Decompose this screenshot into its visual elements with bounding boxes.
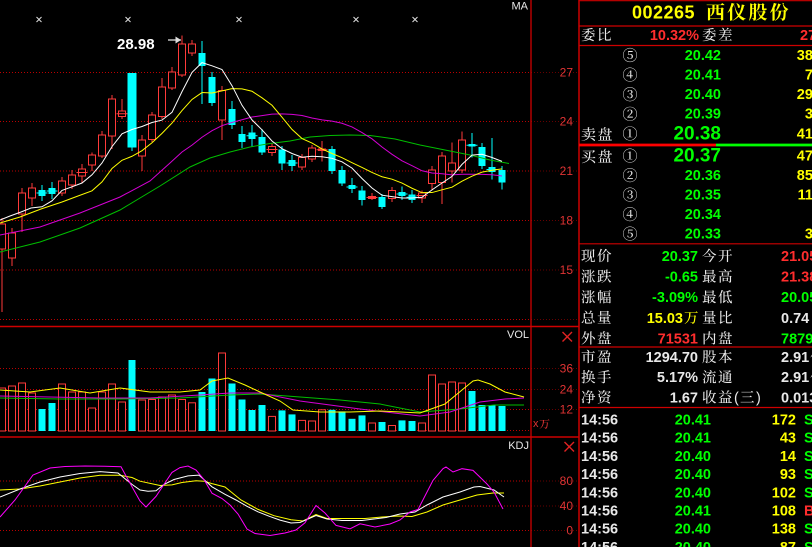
svg-text:20.40: 20.40 [675,449,711,465]
svg-text:14:56: 14:56 [581,413,618,429]
svg-text:102: 102 [772,485,796,501]
svg-text:20.41: 20.41 [675,413,711,429]
svg-text:10.32%: 10.32% [650,28,699,44]
svg-text:14:56: 14:56 [581,449,618,465]
svg-text:14: 14 [780,449,796,465]
svg-text:20.35: 20.35 [685,188,721,204]
svg-text:20.38: 20.38 [673,123,721,144]
svg-text:384: 384 [797,48,812,64]
svg-text:21.05: 21.05 [781,249,812,265]
svg-text:40: 40 [560,499,574,513]
svg-text:296: 296 [797,87,812,103]
svg-text:5.17%: 5.17% [657,370,698,386]
svg-text:S: S [804,413,812,429]
svg-text:S: S [804,467,812,483]
svg-text:14:56: 14:56 [581,522,618,538]
svg-text:93: 93 [780,467,796,483]
svg-text:20.41: 20.41 [685,68,721,84]
svg-text:KDJ: KDJ [508,440,529,452]
svg-text:2786: 2786 [800,28,812,44]
svg-text:43: 43 [780,431,796,447]
svg-text:15: 15 [560,263,574,277]
svg-text:87: 87 [780,540,796,547]
svg-text:(: ( [734,390,739,406]
svg-text:2.91: 2.91 [781,370,809,386]
svg-text:S: S [804,522,812,538]
svg-text:20.36: 20.36 [685,168,721,184]
svg-text:471: 471 [797,149,812,165]
svg-text:20.05: 20.05 [781,290,812,306]
svg-text:21.38: 21.38 [781,270,812,286]
svg-text:20.37: 20.37 [662,249,698,265]
svg-text:20.40: 20.40 [675,485,711,501]
svg-text:20.41: 20.41 [675,504,711,520]
svg-text:20.41: 20.41 [675,431,711,447]
svg-text:24: 24 [560,383,574,397]
svg-text:S: S [804,540,812,547]
svg-text:78795: 78795 [781,331,812,347]
svg-text:12: 12 [560,403,574,417]
svg-text:14:56: 14:56 [581,485,618,501]
svg-text:20.40: 20.40 [675,522,711,538]
svg-text:20.39: 20.39 [685,107,721,123]
svg-text:28.98: 28.98 [117,36,155,53]
svg-text:853: 853 [797,168,812,184]
svg-text:36: 36 [560,362,574,376]
svg-text:74: 74 [805,68,812,84]
svg-text:112: 112 [798,188,812,204]
svg-text:-3.09%: -3.09% [652,290,698,306]
svg-text:S: S [804,449,812,465]
svg-text:20.34: 20.34 [685,207,721,223]
svg-text:VOL: VOL [507,329,529,341]
svg-text:-0.65: -0.65 [665,270,698,286]
svg-text:002265: 002265 [632,3,695,23]
svg-text:x: x [533,418,539,430]
svg-text:2.91: 2.91 [781,350,809,366]
svg-text:20.40: 20.40 [685,87,721,103]
svg-text:24: 24 [560,115,574,129]
svg-text:14:56: 14:56 [581,504,618,520]
svg-text:1294.70: 1294.70 [646,350,698,366]
svg-text:14:56: 14:56 [581,431,618,447]
svg-text:20.40: 20.40 [675,540,711,547]
svg-text:20.33: 20.33 [685,227,721,243]
svg-text:34: 34 [805,227,812,243]
svg-text:15.03: 15.03 [647,311,683,327]
svg-text:0.013: 0.013 [781,390,812,406]
svg-text:20.40: 20.40 [675,467,711,483]
svg-text:): ) [756,390,761,406]
svg-text:14:56: 14:56 [581,540,618,547]
svg-text:18: 18 [560,214,574,228]
svg-text:27: 27 [560,66,574,80]
svg-text:412: 412 [797,126,812,142]
svg-text:S: S [804,485,812,501]
svg-text:MA: MA [512,1,529,13]
svg-text:0: 0 [566,524,573,538]
svg-text:14:56: 14:56 [581,467,618,483]
svg-text:20.37: 20.37 [673,146,721,167]
svg-text:80: 80 [560,474,574,488]
svg-text:21: 21 [560,164,574,178]
svg-text:108: 108 [772,504,796,520]
svg-text:1.67: 1.67 [670,390,698,406]
svg-text:71531: 71531 [658,331,698,347]
svg-text:138: 138 [772,522,796,538]
svg-text:B: B [804,504,812,520]
svg-text:0.74: 0.74 [781,311,809,327]
svg-text:172: 172 [772,413,796,429]
svg-text:32: 32 [805,107,812,123]
svg-text:S: S [804,431,812,447]
svg-text:20.42: 20.42 [685,48,721,64]
